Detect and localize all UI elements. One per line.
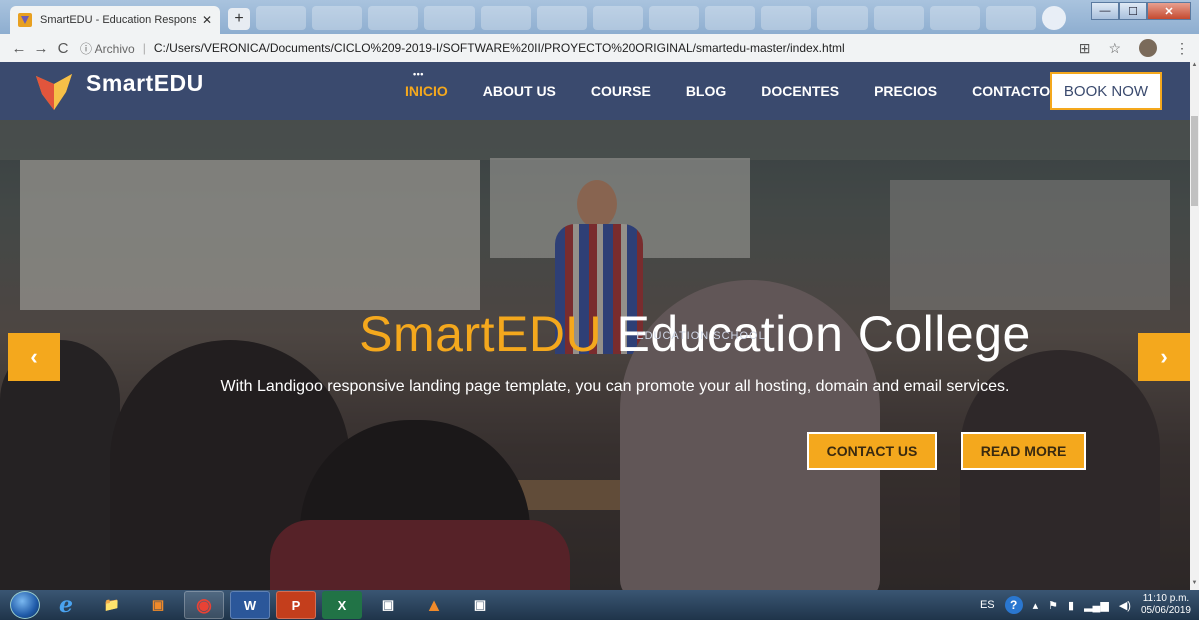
other-tab[interactable]: [761, 6, 812, 30]
other-tab[interactable]: [929, 6, 980, 30]
network-icon[interactable]: ▮: [1068, 599, 1074, 612]
web-page: SmartEDU EDUCATION SCHOOL INICIO ABOUT U…: [0, 62, 1190, 590]
action-center-flag-icon[interactable]: ⚑: [1048, 599, 1058, 612]
other-tab[interactable]: [648, 6, 700, 30]
tab-title: SmartEDU - Education Responsi: [40, 14, 196, 26]
other-tab[interactable]: [873, 6, 924, 30]
minimize-button[interactable]: —: [1091, 2, 1119, 20]
scroll-down-icon[interactable]: ▼: [1190, 580, 1199, 590]
address-separator: |: [142, 41, 146, 55]
other-tab[interactable]: [592, 6, 643, 30]
system-tray: ES ? ▴ ⚑ ▮ ▂▄▆ ◀) 11:10 p.m. 05/06/2019: [980, 590, 1191, 620]
taskbar: e 📁 ▣ ◉ W P X ▣ ▲ ▣ ES ? ▴ ⚑ ▮ ▂▄▆ ◀) 11…: [0, 590, 1199, 620]
volume-icon[interactable]: ◀): [1119, 599, 1131, 612]
forward-icon[interactable]: →: [30, 40, 52, 57]
chrome-icon[interactable]: ◉: [184, 591, 224, 619]
hero-slider: SmartEDU Education College With Landigoo…: [0, 120, 1190, 590]
clock-date: 05/06/2019: [1140, 605, 1191, 616]
site-info-label[interactable]: ⓘ Archivo: [80, 40, 135, 57]
language-indicator[interactable]: ES: [980, 599, 995, 611]
translate-icon[interactable]: ⊞: [1079, 40, 1091, 57]
contact-us-button[interactable]: CONTACT US: [807, 432, 937, 470]
profile-avatar[interactable]: [1139, 39, 1157, 57]
close-window-button[interactable]: ✕: [1147, 2, 1191, 20]
new-tab-button[interactable]: +: [228, 8, 250, 30]
clock[interactable]: 11:10 p.m. 05/06/2019: [1141, 593, 1191, 617]
media-player-icon[interactable]: ▣: [138, 591, 178, 619]
other-tab[interactable]: [256, 6, 307, 30]
nav-docentes[interactable]: DOCENTES: [761, 83, 839, 99]
book-now-button[interactable]: BOOK NOW: [1050, 72, 1162, 110]
brand-name: SmartEDU: [86, 70, 204, 96]
tray-expand-icon[interactable]: ▴: [1033, 599, 1039, 612]
url-field[interactable]: C:/Users/VERONICA/Documents/CICLO%209-20…: [154, 41, 845, 55]
maximize-button[interactable]: ☐: [1119, 2, 1147, 20]
profile-tab-icon[interactable]: [1042, 6, 1066, 30]
menu-kebab-icon[interactable]: ⋮: [1175, 40, 1189, 57]
signal-icon[interactable]: ▂▄▆: [1084, 599, 1109, 612]
bookmark-star-icon[interactable]: ☆: [1108, 40, 1121, 57]
word-icon[interactable]: W: [230, 591, 270, 619]
site-header: SmartEDU EDUCATION SCHOOL INICIO ABOUT U…: [0, 62, 1190, 342]
other-tab[interactable]: [312, 6, 363, 30]
other-tab[interactable]: [536, 6, 587, 30]
back-icon[interactable]: ←: [8, 40, 30, 57]
scrollbar-thumb[interactable]: [1191, 116, 1198, 206]
vlc-icon[interactable]: ▲: [414, 591, 454, 619]
nav-about-us[interactable]: ABOUT US: [483, 83, 556, 99]
app-window-icon[interactable]: ▣: [368, 591, 408, 619]
other-tab[interactable]: [985, 6, 1036, 30]
read-more-button[interactable]: READ MORE: [961, 432, 1086, 470]
excel-icon[interactable]: X: [322, 591, 362, 619]
clock-time: 11:10 p.m.: [1142, 593, 1190, 604]
nav-precios[interactable]: PRECIOS: [874, 83, 937, 99]
tab-close-icon[interactable]: ✕: [202, 13, 212, 27]
main-nav: INICIO ABOUT US COURSE BLOG DOCENTES PRE…: [405, 62, 1085, 120]
address-bar: ← → C ⓘ Archivo | C:/Users/VERONICA/Docu…: [0, 34, 1199, 62]
browser-tab-bar: SmartEDU - Education Responsi ✕ + — ☐ ✕: [0, 0, 1199, 34]
nav-blog[interactable]: BLOG: [686, 83, 726, 99]
page-scrollbar[interactable]: ▲ ▼: [1190, 62, 1199, 590]
other-tab[interactable]: [424, 6, 475, 30]
hero-subtitle: With Landigoo responsive landing page te…: [220, 378, 1010, 395]
address-bar-actions: ⊞ ☆ ⋮: [1079, 39, 1189, 57]
nav-inicio[interactable]: INICIO: [405, 69, 448, 99]
other-tab[interactable]: [368, 6, 419, 30]
other-tab[interactable]: [705, 6, 756, 30]
window-controls: — ☐ ✕: [1091, 2, 1191, 20]
slider-prev-icon[interactable]: ‹: [8, 333, 60, 381]
start-button[interactable]: [10, 591, 40, 619]
other-tab[interactable]: [817, 6, 868, 30]
brand-tagline: EDUCATION SCHOOL: [636, 330, 766, 342]
browser-tab-active[interactable]: SmartEDU - Education Responsi ✕: [10, 6, 220, 34]
brand-logo-icon[interactable]: [32, 70, 76, 112]
reload-icon[interactable]: C: [52, 40, 74, 57]
app-window-icon[interactable]: ▣: [460, 591, 500, 619]
scroll-up-icon[interactable]: ▲: [1190, 62, 1199, 72]
site-favicon-icon: [18, 13, 32, 27]
nav-course[interactable]: COURSE: [591, 83, 651, 99]
other-tabs[interactable]: [256, 6, 1036, 30]
internet-explorer-icon[interactable]: e: [46, 591, 86, 619]
nav-contacto[interactable]: CONTACTO: [972, 83, 1050, 99]
brand[interactable]: SmartEDU EDUCATION SCHOOL: [86, 70, 765, 342]
other-tab[interactable]: [480, 6, 531, 30]
powerpoint-icon[interactable]: P: [276, 591, 316, 619]
file-explorer-icon[interactable]: 📁: [92, 591, 132, 619]
help-icon[interactable]: ?: [1004, 596, 1023, 614]
